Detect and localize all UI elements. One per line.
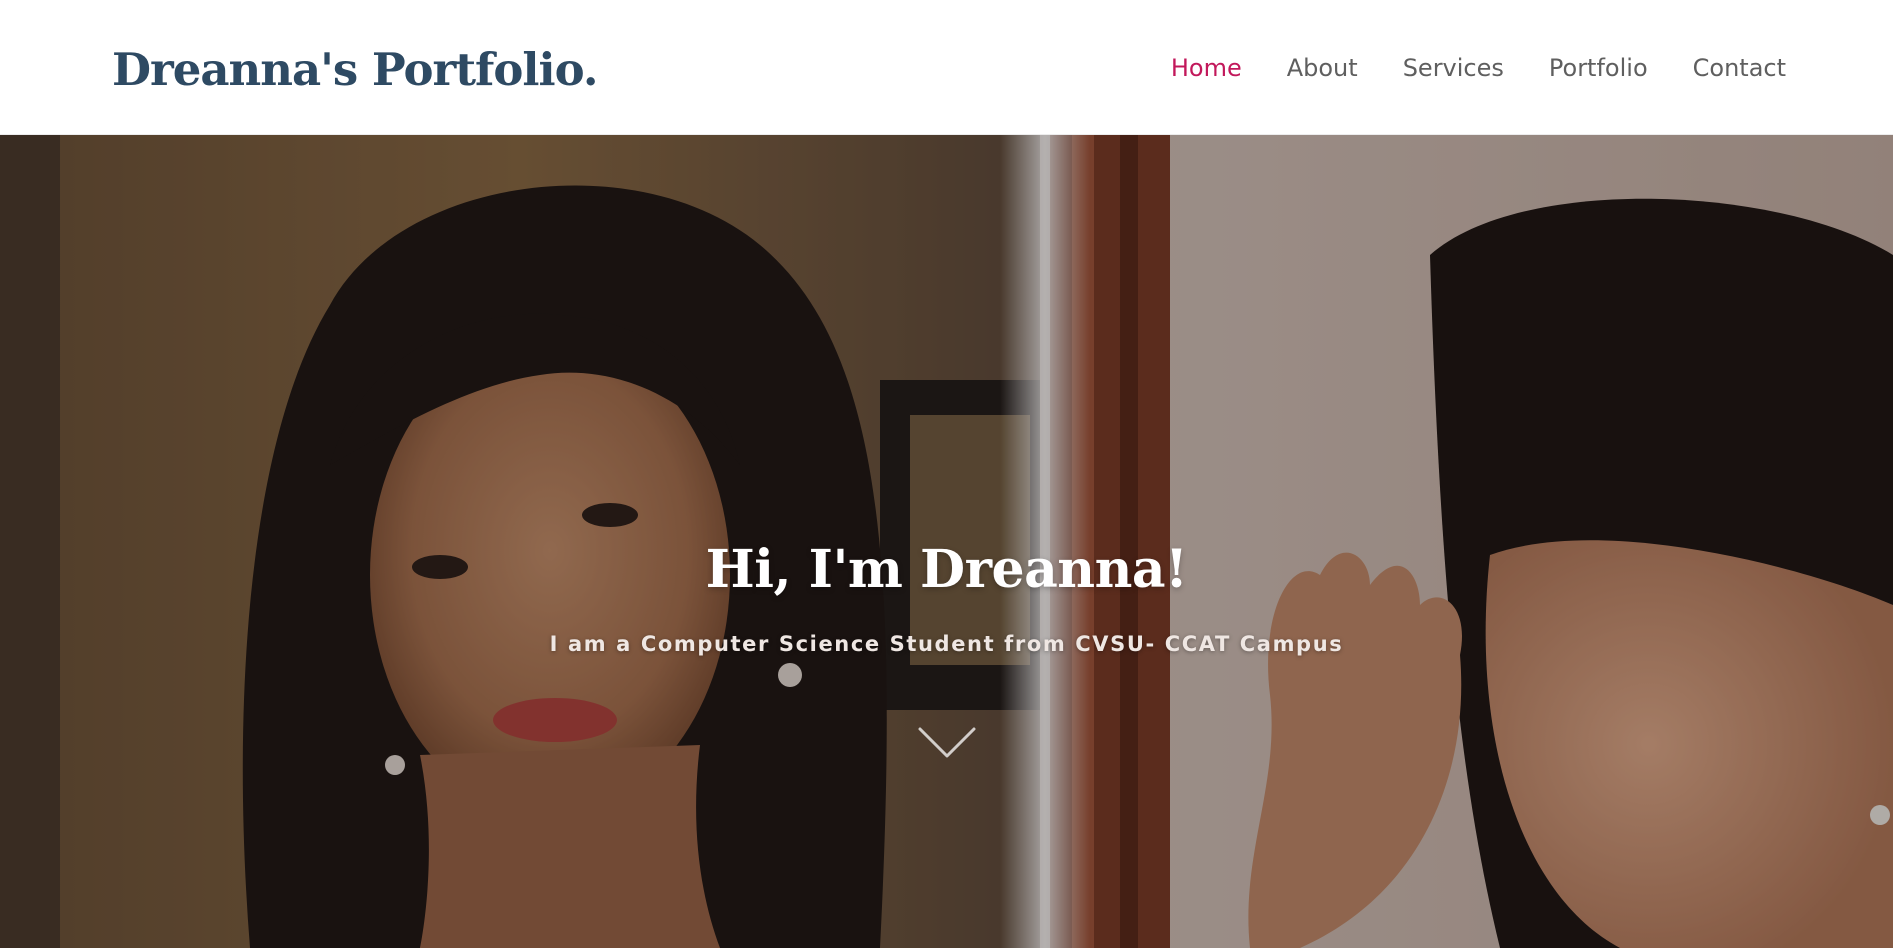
- chevron-down-icon[interactable]: [916, 723, 978, 763]
- nav-portfolio[interactable]: Portfolio: [1549, 48, 1648, 88]
- hero-content: Hi, I'm Dreanna! I am a Computer Science…: [0, 135, 1893, 948]
- hero-subtitle: I am a Computer Science Student from CVS…: [549, 632, 1344, 656]
- brand-logo[interactable]: Dreanna's Portfolio.: [112, 40, 598, 100]
- nav-list: Home About Services Portfolio Contact: [1126, 48, 1786, 88]
- nav-services[interactable]: Services: [1403, 48, 1504, 88]
- nav-about[interactable]: About: [1287, 48, 1358, 88]
- nav-home[interactable]: Home: [1171, 48, 1242, 88]
- site-header: Dreanna's Portfolio. Home About Services…: [0, 0, 1893, 135]
- hero-section: Hi, I'm Dreanna! I am a Computer Science…: [0, 135, 1893, 948]
- hero-title: Hi, I'm Dreanna!: [705, 539, 1188, 600]
- nav-contact[interactable]: Contact: [1693, 48, 1786, 88]
